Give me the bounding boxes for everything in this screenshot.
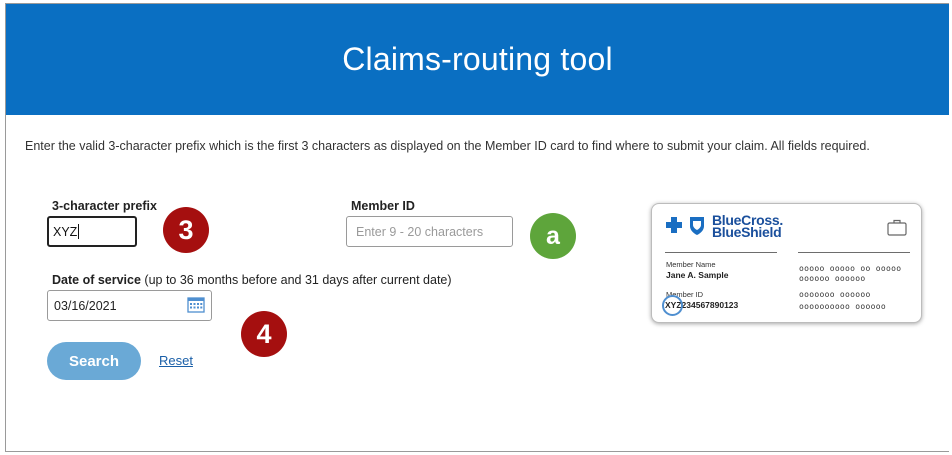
- card-divider-left: [665, 252, 777, 253]
- text-caret: [78, 224, 80, 239]
- annotation-badge-4: 4: [241, 311, 287, 357]
- date-of-service-input[interactable]: 03/16/2021: [47, 290, 212, 321]
- date-label-main: Date of service: [52, 273, 141, 287]
- card-divider-right: [798, 252, 910, 253]
- search-button[interactable]: Search: [47, 342, 141, 380]
- card-member-name: Jane A. Sample: [666, 270, 729, 280]
- member-id-input[interactable]: Enter 9 - 20 characters: [346, 216, 513, 247]
- prefix-highlight-circle: [662, 295, 683, 316]
- card-redacted-line-4: oooooooooo oooooo: [799, 302, 886, 311]
- page-title: Claims-routing tool: [342, 41, 613, 77]
- card-redacted-line-2: oooooo oooooo: [799, 274, 866, 283]
- card-member-name-label: Member Name: [666, 260, 716, 269]
- date-label-note: (up to 36 months before and 31 days afte…: [144, 273, 452, 287]
- prefix-label: 3-character prefix: [52, 199, 157, 213]
- member-id-placeholder: Enter 9 - 20 characters: [356, 224, 484, 239]
- date-value: 03/16/2021: [54, 298, 117, 313]
- bcbs-brand-name: BlueCross. BlueShield: [712, 213, 783, 240]
- date-label: Date of service (up to 36 months before …: [52, 273, 452, 287]
- bcbs-logo: BlueCross. BlueShield: [664, 213, 783, 240]
- card-redacted-line-1: ooooo ooooo oo ooooo: [799, 264, 902, 273]
- page-header: Claims-routing tool: [6, 4, 949, 115]
- brand-line2: BlueShield: [712, 224, 782, 240]
- prefix-input[interactable]: XYZ: [47, 216, 137, 247]
- bcbs-cross-shield-icon: [666, 217, 704, 235]
- member-id-card-sample: BlueCross. BlueShield Member Name Jane A…: [651, 203, 922, 323]
- calendar-icon[interactable]: [187, 296, 205, 316]
- prefix-value: XYZ: [53, 224, 78, 239]
- intro-text: Enter the valid 3-character prefix which…: [25, 139, 870, 153]
- briefcase-icon: [887, 218, 907, 241]
- card-redacted-line-3: ooooooo oooooo: [799, 290, 871, 299]
- annotation-badge-a: a: [530, 213, 576, 259]
- reset-link[interactable]: Reset: [159, 353, 193, 368]
- member-id-label: Member ID: [351, 199, 415, 213]
- annotation-badge-3: 3: [163, 207, 209, 253]
